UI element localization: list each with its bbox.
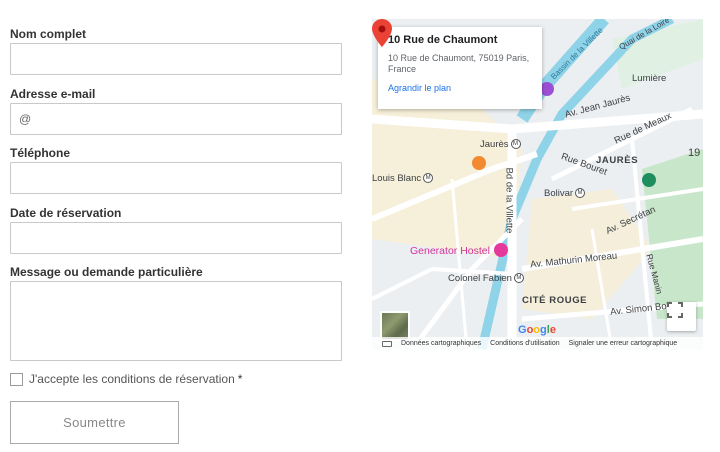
map-label-cite-rouge: CITÉ ROUGE [522,295,588,306]
map-label-louis-blanc-text: Louis Blanc [372,173,422,184]
consent-label-text: J'accepte les conditions de réservation [29,372,235,386]
map-label-19: 19 [688,147,701,159]
location-pin-icon[interactable] [372,19,392,47]
map-data-link[interactable]: Données cartographiques [401,340,481,347]
full-name-label: Nom complet [10,27,87,41]
bar-icon [472,156,486,170]
consent-label: J'accepte les conditions de réservation * [29,372,242,386]
booking-date-input[interactable] [10,222,342,254]
consent-checkbox[interactable] [10,372,23,386]
submit-button[interactable]: Soumettre [10,401,179,444]
map-card-title: 10 Rue de Chaumont [388,34,498,46]
map-label-jaures-metro-text: Jaurès [480,139,509,150]
metro-icon: M [423,173,434,184]
fullscreen-icon [667,302,683,318]
map-label-bolivar: Bolivar M [544,188,586,199]
map-attribution: Données cartographiques Conditions d'uti… [372,337,703,350]
metro-icon: M [513,273,524,284]
map-label-lumiere: Lumière [632,73,667,84]
map-label-louis-blanc: Louis Blanc M [372,173,434,184]
terms-link[interactable]: Conditions d'utilisation [490,340,559,347]
email-input-value: @ [19,112,32,126]
google-logo: Google [518,324,556,336]
place-icon [540,82,554,96]
phone-label: Téléphone [10,146,71,160]
map-label-colonel-text: Colonel Fabien [448,273,512,284]
keyboard-icon[interactable] [382,340,392,347]
map-label-bolivar-text: Bolivar [544,188,574,199]
required-marker: * [237,372,243,386]
map-label-generator: Generator Hostel [410,245,490,257]
email-input[interactable]: @ [10,103,342,135]
booking-date-label: Date de réservation [10,206,122,220]
map-card-address: 10 Rue de Chaumont, 75019 Paris, France [388,53,530,74]
message-label: Message ou demande particulière [10,265,203,279]
map-label-jaures-metro: Jaurès M [480,139,521,150]
map-label-villette: Bd de la Villette [503,167,515,234]
embedded-map[interactable]: Lumière Av. Jean Jaurès Rue de Meaux Jau… [372,19,703,350]
map-label-colonel: Colonel Fabien M [448,273,524,284]
full-name-input[interactable] [10,43,342,75]
report-error-link[interactable]: Signaler une erreur cartographique [569,340,678,347]
metro-icon: M [510,139,521,150]
hotel-icon [494,243,508,257]
fullscreen-button[interactable] [667,302,696,331]
metro-icon: M [575,188,586,199]
email-label: Adresse e-mail [10,87,96,101]
message-textarea[interactable] [10,281,342,361]
enlarge-map-link[interactable]: Agrandir le plan [388,83,532,93]
park-marker-icon [642,173,656,187]
map-info-card: 10 Rue de Chaumont 10 Rue de Chaumont, 7… [378,27,542,109]
consent-row: J'accepte les conditions de réservation * [10,372,242,386]
phone-input[interactable] [10,162,342,194]
